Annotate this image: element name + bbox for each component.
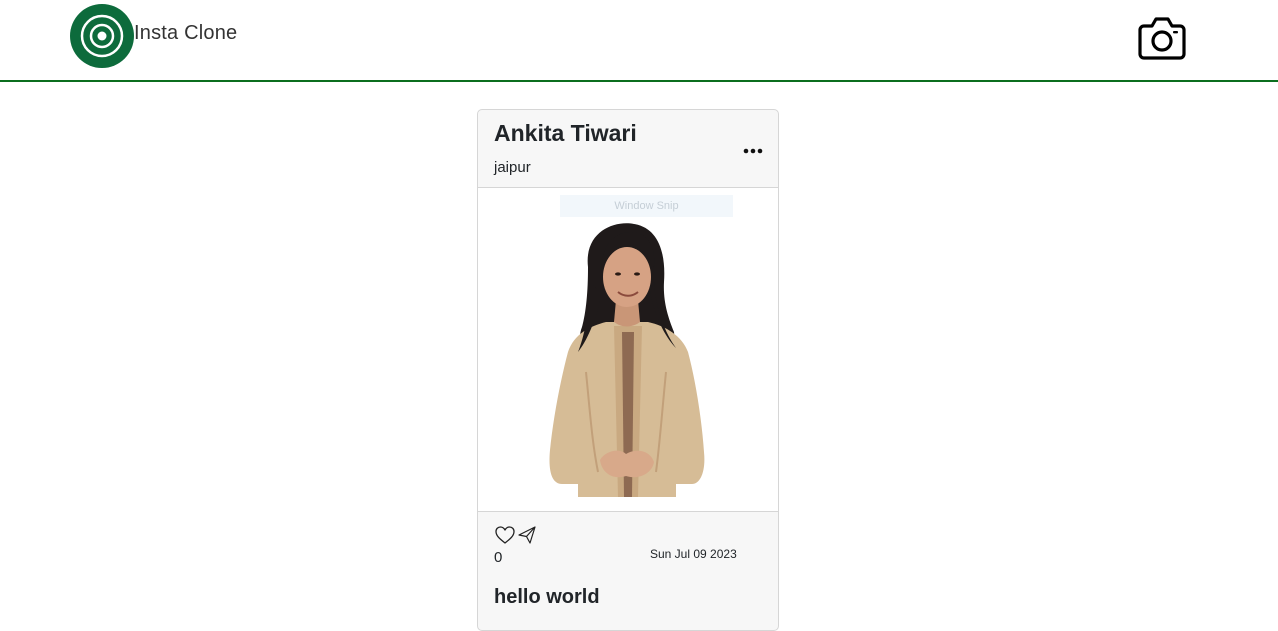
image-overlay-label: Window Snip xyxy=(560,195,733,217)
top-navbar: Insta Clone xyxy=(0,0,1278,82)
three-dots-icon[interactable] xyxy=(742,142,764,160)
brand-name[interactable]: Insta Clone xyxy=(134,22,237,45)
heart-icon[interactable] xyxy=(494,524,516,546)
post-card: Ankita Tiwari jaipur Window Snip 0 Sun J… xyxy=(477,109,779,631)
post-location: jaipur xyxy=(494,159,531,176)
post-author[interactable]: Ankita Tiwari xyxy=(494,120,637,147)
camera-icon[interactable] xyxy=(1136,11,1188,63)
post-header: Ankita Tiwari jaipur xyxy=(478,110,778,188)
post-actions xyxy=(494,524,554,546)
post-date: Sun Jul 09 2023 xyxy=(650,547,737,561)
likes-count: 0 xyxy=(494,549,503,566)
target-logo-icon[interactable] xyxy=(70,4,134,68)
send-icon[interactable] xyxy=(516,524,538,546)
post-caption: hello world xyxy=(494,586,600,608)
post-image: Window Snip xyxy=(478,188,778,512)
person-photo xyxy=(549,223,705,497)
